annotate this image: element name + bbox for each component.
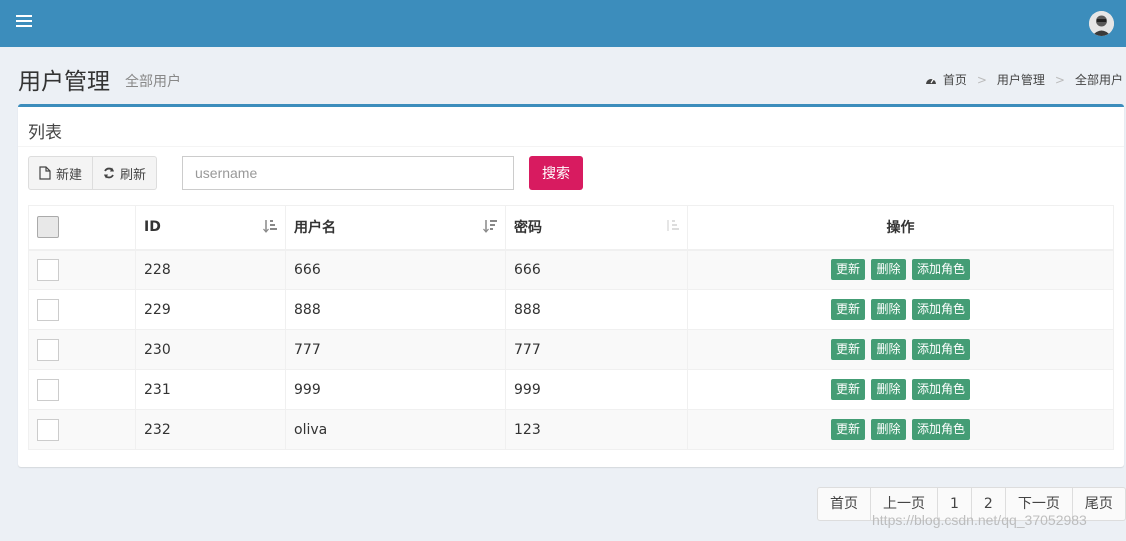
refresh-button[interactable]: 刷新	[93, 156, 158, 190]
cell-id: 228	[135, 249, 286, 290]
delete-button[interactable]: 删除	[871, 339, 906, 360]
box-title: 列表	[18, 107, 1124, 147]
username-search-input[interactable]	[182, 156, 514, 190]
header-select-all-cell	[28, 205, 136, 251]
update-button[interactable]: 更新	[831, 299, 866, 320]
new-button[interactable]: 新建	[28, 156, 94, 190]
cell-username: 888	[285, 289, 506, 330]
cell-actions: 更新 删除 添加角色	[687, 329, 1114, 370]
row-select-cell	[28, 249, 136, 290]
row-select-cell	[28, 409, 136, 450]
delete-button[interactable]: 删除	[871, 259, 906, 281]
header-username-label: 用户名	[294, 220, 336, 237]
table-row: 229 888 888 更新 删除 添加角色	[28, 289, 1114, 330]
select-all-checkbox[interactable]	[37, 216, 59, 239]
table-row: 228 666 666 更新 删除 添加角色	[28, 249, 1114, 290]
cell-username: 777	[285, 329, 506, 370]
cell-id: 231	[135, 369, 286, 410]
breadcrumb-user-manage[interactable]: 用户管理	[997, 71, 1045, 88]
table-row: 232 oliva 123 更新 删除 添加角色	[28, 409, 1114, 450]
add-role-button[interactable]: 添加角色	[911, 299, 970, 320]
page-subtitle: 全部用户	[125, 74, 181, 90]
row-checkbox[interactable]	[37, 418, 59, 441]
sort-icon	[667, 220, 679, 231]
row-select-cell	[28, 369, 136, 410]
new-button-label: 新建	[56, 167, 83, 183]
list-box: 列表 新建 刷新 搜索	[18, 104, 1124, 467]
row-select-cell	[28, 329, 136, 370]
cell-id: 229	[135, 289, 286, 330]
delete-button[interactable]: 删除	[871, 299, 906, 320]
search-button[interactable]: 搜索	[529, 156, 583, 190]
breadcrumb-separator: >	[1054, 72, 1065, 87]
cell-id: 232	[135, 409, 286, 450]
update-button[interactable]: 更新	[831, 259, 866, 281]
breadcrumb-separator: >	[976, 72, 987, 87]
sort-desc-icon	[483, 220, 497, 233]
refresh-button-label: 刷新	[120, 167, 147, 183]
cell-id: 230	[135, 329, 286, 370]
header-password-label: 密码	[514, 220, 542, 237]
delete-button[interactable]: 删除	[871, 379, 906, 400]
user-avatar-icon[interactable]	[1089, 11, 1114, 36]
update-button[interactable]: 更新	[831, 339, 866, 360]
row-checkbox[interactable]	[37, 258, 59, 281]
update-button[interactable]: 更新	[831, 419, 866, 440]
add-role-button[interactable]: 添加角色	[911, 379, 970, 400]
breadcrumb-home[interactable]: 首页	[943, 71, 967, 88]
cell-password: 777	[505, 329, 688, 370]
update-button[interactable]: 更新	[831, 379, 866, 400]
breadcrumb-all-users: 全部用户	[1074, 73, 1123, 87]
delete-button[interactable]: 删除	[871, 419, 906, 440]
hamburger-icon[interactable]	[16, 15, 32, 31]
top-navbar	[0, 0, 1126, 47]
refresh-icon	[104, 167, 115, 179]
page-title: 用户管理	[18, 69, 110, 95]
cell-actions: 更新 删除 添加角色	[687, 289, 1114, 330]
header-username[interactable]: 用户名	[285, 205, 506, 251]
cell-actions: 更新 删除 添加角色	[687, 249, 1114, 290]
breadcrumb: 首页 > 用户管理 > 全部用户	[925, 71, 1123, 88]
row-checkbox[interactable]	[37, 298, 59, 321]
cell-actions: 更新 删除 添加角色	[687, 409, 1114, 450]
table-row: 230 777 777 更新 删除 添加角色	[28, 329, 1114, 370]
add-role-button[interactable]: 添加角色	[911, 339, 970, 360]
table-body: 228 666 666 更新 删除 添加角色 229 888 888 更新 删除…	[28, 249, 1114, 450]
cell-username: 666	[285, 249, 506, 290]
header-id-label: ID	[144, 219, 161, 236]
header-id[interactable]: ID	[135, 205, 286, 251]
add-role-button[interactable]: 添加角色	[911, 419, 970, 440]
cell-username: 999	[285, 369, 506, 410]
add-role-button[interactable]: 添加角色	[911, 259, 970, 281]
toolbar-button-group: 新建 刷新	[28, 156, 158, 190]
file-icon	[39, 166, 51, 180]
cell-password: 888	[505, 289, 688, 330]
cell-actions: 更新 删除 添加角色	[687, 369, 1114, 410]
header-password[interactable]: 密码	[505, 205, 688, 251]
row-select-cell	[28, 289, 136, 330]
row-checkbox[interactable]	[37, 378, 59, 401]
sort-asc-icon	[263, 220, 277, 233]
header-actions: 操作	[687, 205, 1114, 251]
watermark: https://blog.csdn.net/qq_37052983	[872, 512, 1087, 528]
cell-password: 123	[505, 409, 688, 450]
table-row: 231 999 999 更新 删除 添加角色	[28, 369, 1114, 410]
cell-password: 666	[505, 249, 688, 290]
user-table: ID 用户名 密码 操作 228 666 666 更新 删除 添加角色 229 …	[28, 205, 1114, 450]
pagination-first[interactable]: 首页	[817, 487, 871, 521]
row-checkbox[interactable]	[37, 338, 59, 361]
table-header-row: ID 用户名 密码 操作	[28, 205, 1114, 251]
dashboard-icon	[925, 78, 936, 84]
cell-username: oliva	[285, 409, 506, 450]
cell-password: 999	[505, 369, 688, 410]
